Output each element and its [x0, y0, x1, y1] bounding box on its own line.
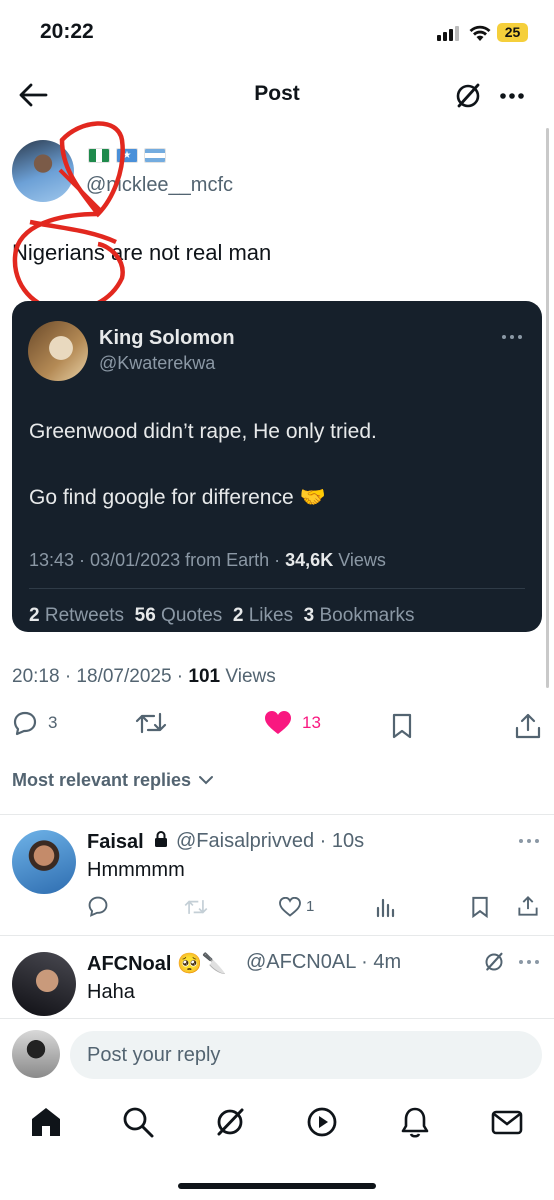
quoted-bookmarks-label[interactable]: Bookmarks [314, 605, 415, 626]
grok-icon[interactable] [482, 950, 506, 974]
replies-sort-label: Most relevant replies [12, 770, 192, 790]
post-views-count: 101 [188, 666, 221, 687]
post-meta: 20:18 · 18/07/2025 · 101 Views [12, 666, 276, 688]
reply-author-emoji: 🥺🔪 [177, 951, 227, 975]
divider [0, 935, 554, 936]
reply-avatar[interactable] [12, 830, 76, 894]
like-button[interactable]: 13 [264, 710, 321, 736]
bookmark-icon[interactable] [390, 712, 414, 740]
reply-author-name[interactable]: Faisal [87, 830, 169, 854]
reply-count: 3 [48, 713, 58, 732]
quoted-post-card[interactable]: King Solomon @Kwaterekwa Greenwood didn’… [12, 301, 542, 632]
signal-icon [437, 26, 459, 41]
share-icon[interactable] [517, 895, 539, 917]
reply-icon [13, 711, 37, 736]
scrollbar[interactable] [546, 128, 549, 688]
grok-icon[interactable] [452, 80, 484, 112]
reply-text: Hmmmmm [87, 859, 185, 881]
more-options-icon[interactable] [496, 80, 528, 112]
chevron-down-icon [199, 776, 214, 785]
reply-author-handle[interactable]: @Faisalprivved · 10s [176, 830, 364, 853]
argentina-flag-icon [144, 148, 166, 163]
quoted-author-avatar[interactable] [28, 321, 88, 381]
quoted-post-meta: 13:43 · 03/01/2023 from Earth · 34,6K Vi… [29, 550, 386, 571]
analytics-icon[interactable] [376, 896, 396, 918]
quoted-timestamp: 13:43 · 03/01/2023 from Earth · [29, 550, 286, 570]
search-icon[interactable] [120, 1104, 156, 1140]
quoted-divider [29, 588, 525, 589]
video-icon[interactable] [304, 1104, 340, 1140]
heart-icon[interactable] [279, 897, 301, 917]
retweet-icon [135, 712, 167, 734]
quoted-quotes-label[interactable]: Quotes [156, 605, 233, 626]
lock-icon [155, 831, 168, 847]
post-views-label: Views [220, 666, 276, 687]
home-icon[interactable] [28, 1104, 64, 1140]
quoted-bookmarks-count[interactable]: 3 [304, 605, 315, 626]
divider [0, 814, 554, 815]
quoted-quotes-count[interactable]: 56 [135, 605, 156, 626]
reply-icon[interactable] [87, 895, 109, 917]
home-indicator [178, 1183, 376, 1189]
battery-indicator: 25 [497, 23, 528, 42]
share-icon[interactable] [514, 712, 542, 740]
heart-filled-icon [265, 711, 291, 734]
status-bar: 20:22 25 [0, 0, 554, 64]
my-avatar[interactable] [12, 1030, 60, 1078]
reply-input[interactable] [70, 1031, 542, 1079]
reply-text: Haha [87, 981, 135, 1003]
reply-author-name-text[interactable]: AFCNoal [87, 953, 171, 975]
quoted-likes-label[interactable]: Likes [243, 605, 303, 626]
quoted-author-handle[interactable]: @Kwaterekwa [99, 353, 215, 374]
quoted-retweets-count[interactable]: 2 [29, 605, 40, 626]
quoted-more-icon[interactable] [498, 327, 528, 347]
bookmark-icon[interactable] [470, 895, 490, 919]
messages-icon[interactable] [489, 1104, 525, 1140]
replies-sort-dropdown[interactable]: Most relevant replies [12, 770, 214, 791]
quoted-views-count: 34,6K [285, 550, 334, 570]
post-action-bar: 3 13 [0, 706, 554, 746]
wifi-icon [469, 25, 491, 41]
retweet-icon[interactable] [182, 897, 210, 917]
reply-avatar[interactable] [12, 952, 76, 1016]
bottom-navigation [0, 1092, 554, 1152]
red-scribble-annotation [12, 121, 125, 313]
reply-button[interactable]: 3 [12, 710, 57, 736]
status-time: 20:22 [40, 20, 94, 43]
quoted-stats: 2 Retweets 56 Quotes 2 Likes 3 Bookmarks [29, 605, 415, 627]
grok-icon[interactable] [212, 1104, 248, 1140]
reply-more-icon[interactable] [516, 834, 542, 848]
quoted-likes-count[interactable]: 2 [233, 605, 244, 626]
like-count: 13 [302, 713, 321, 732]
quoted-views-label: Views [333, 550, 386, 570]
quoted-text-line-2: Go find google for difference 🤝 [29, 486, 326, 509]
reply-author-name-text[interactable]: Faisal [87, 831, 144, 853]
notifications-icon[interactable] [397, 1104, 433, 1140]
reply-more-icon[interactable] [516, 955, 542, 969]
post-timestamp: 20:18 · 18/07/2025 · [12, 666, 189, 687]
quoted-text-line-1: Greenwood didn’t rape, He only tried. [29, 420, 377, 443]
reply-like-count: 1 [306, 898, 315, 915]
retweet-button[interactable] [134, 710, 168, 736]
quoted-retweets-label[interactable]: Retweets [40, 605, 135, 626]
reply-author-name[interactable]: AFCNoal 🥺🔪 [87, 951, 227, 976]
quoted-author-name[interactable]: King Solomon [99, 327, 235, 350]
reply-author-handle[interactable]: @AFCN0AL · 4m [246, 951, 401, 974]
